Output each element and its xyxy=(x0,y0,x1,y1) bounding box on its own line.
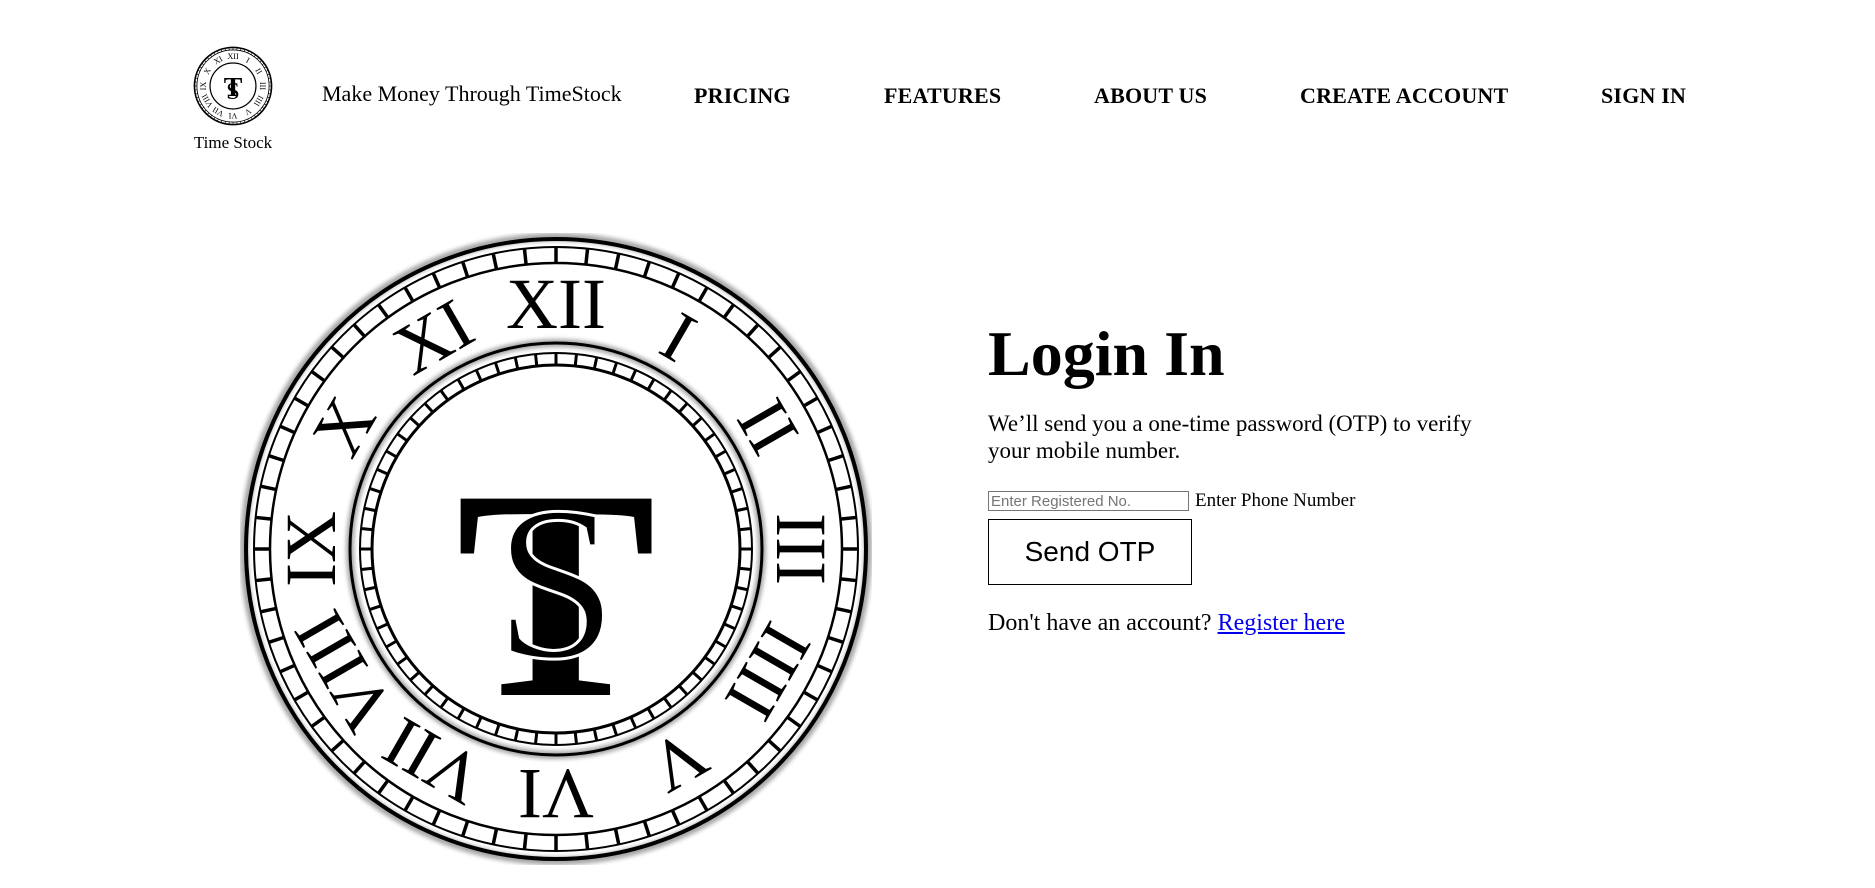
nav-link-pricing[interactable]: PRICING xyxy=(694,83,791,109)
clock-numeral: IX xyxy=(199,82,208,91)
phone-number-label: Enter Phone Number xyxy=(1195,490,1356,511)
clock-numeral: XI xyxy=(212,54,224,66)
login-panel: Login In We’ll send you a one-time passw… xyxy=(988,318,1508,637)
site-tagline: Make Money Through TimeStock xyxy=(322,81,622,106)
clock-numeral: X xyxy=(202,66,213,76)
clock-numeral: VI xyxy=(228,111,237,120)
clock-numeral: XII xyxy=(227,52,239,61)
clock-numeral: I xyxy=(648,296,709,377)
nav-link-about-us[interactable]: ABOUT US xyxy=(1094,83,1207,109)
clock-numeral: I xyxy=(244,56,251,65)
register-link[interactable]: Register here xyxy=(1218,610,1345,636)
register-prompt: Don't have an account? Register here xyxy=(988,610,1508,637)
clock-numeral: XI xyxy=(381,283,487,390)
hero-clock-logo: XII I II III IIII V VI VII VIII IX X XI T S xyxy=(240,233,872,865)
clock-numeral: V xyxy=(243,106,253,117)
otp-description: We’ll send you a one-time password (OTP)… xyxy=(988,411,1472,463)
nav-link-sign-in[interactable]: SIGN IN xyxy=(1601,83,1686,109)
clock-numeral: VIII xyxy=(200,92,215,109)
clock-face-icon: XII IIIIIIIIIIVVIVIIVIIIIXXXI T S xyxy=(240,233,872,865)
svg-text:S: S xyxy=(226,78,240,105)
clock-numeral: X xyxy=(296,384,391,469)
nav-link-features[interactable]: FEATURES xyxy=(884,83,1001,109)
svg-text:S: S xyxy=(495,461,617,705)
clock-numeral: III xyxy=(258,82,267,90)
phone-row: Enter Phone Number xyxy=(988,488,1508,514)
phone-number-input[interactable] xyxy=(988,491,1189,511)
send-otp-button[interactable]: Send OTP xyxy=(988,519,1192,585)
no-account-text: Don't have an account? xyxy=(988,610,1212,636)
clock-numeral: III xyxy=(761,513,841,585)
nav-link-create-account[interactable]: CREATE ACCOUNT xyxy=(1300,83,1508,109)
clock-numeral: VI xyxy=(518,754,594,834)
clock-numeral: IX xyxy=(271,511,351,587)
page-title: Login In xyxy=(988,318,1225,389)
logo-name-text: Time Stock xyxy=(193,133,273,152)
clock-numeral: XII xyxy=(506,264,606,344)
site-header: XII I II III IIII V VI VII VIII IX X XI T S Time St… xyxy=(0,0,1875,170)
site-logo[interactable]: XII I II III IIII V VI VII VIII IX X XI T S Time St… xyxy=(190,33,276,157)
clock-logo-icon: XII IIIIIIIIIIVVIVIIVIIIIXXXI T S xyxy=(193,46,273,126)
clock-numeral: II xyxy=(253,67,264,76)
